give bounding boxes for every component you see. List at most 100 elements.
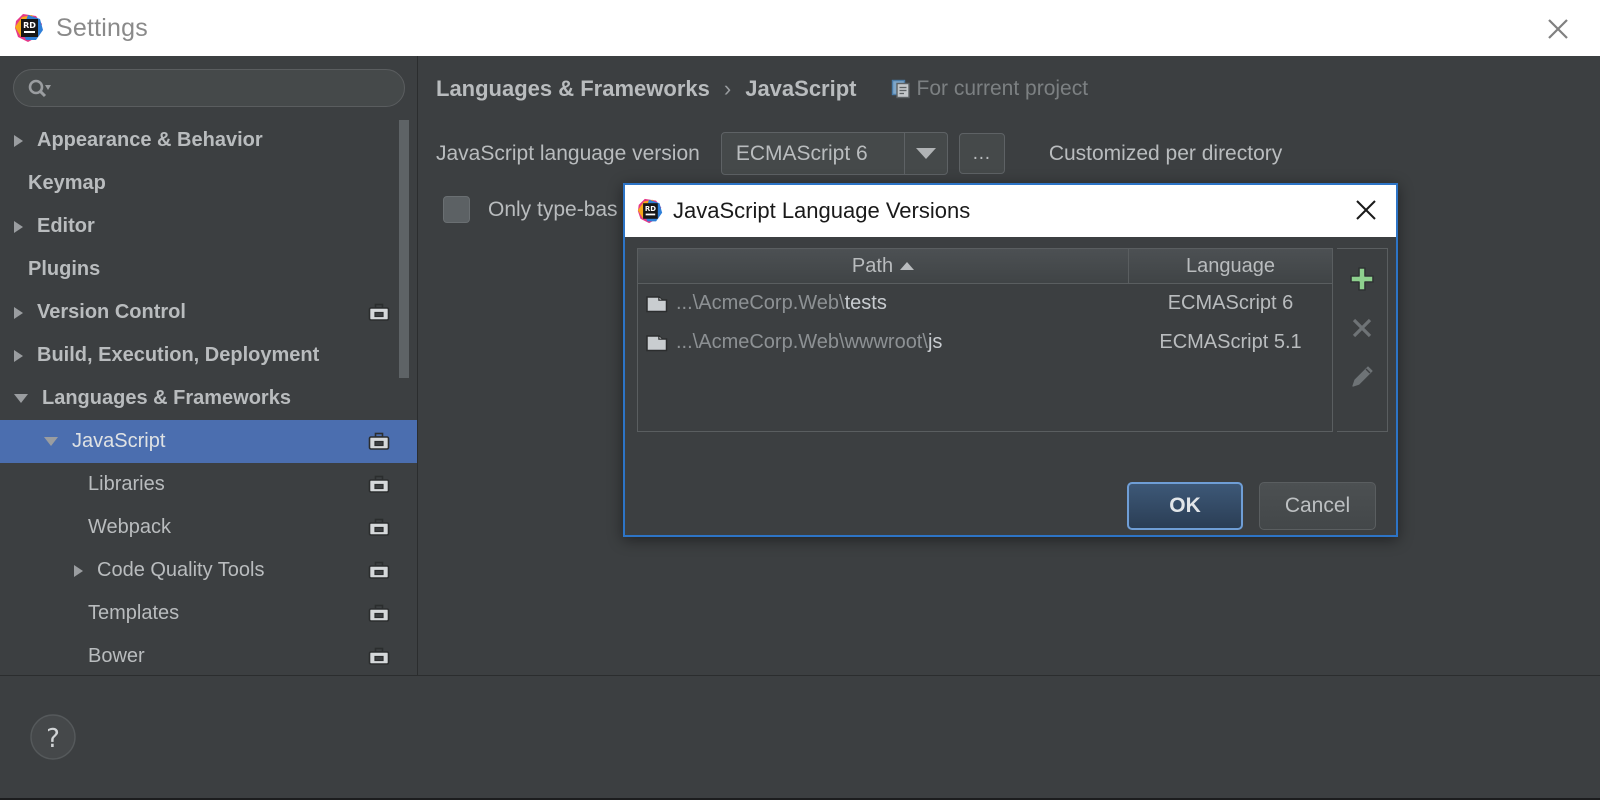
sidebar-item-label: Editor: [37, 215, 95, 237]
chevron-down-icon[interactable]: [14, 394, 28, 403]
sidebar-scrollbar-thumb[interactable]: [399, 120, 409, 378]
breadcrumb: Languages & Frameworks › JavaScript For …: [436, 76, 1088, 102]
dialog-cancel-button[interactable]: Cancel: [1259, 482, 1376, 530]
breadcrumb-current: JavaScript: [745, 76, 857, 101]
briefcase-icon: [368, 603, 390, 625]
language-version-value: ECMAScript 6: [735, 141, 868, 165]
sidebar-item-label: Version Control: [37, 301, 186, 323]
close-icon[interactable]: [1352, 196, 1380, 224]
briefcase-icon: [368, 302, 390, 324]
briefcase-icon: [368, 517, 390, 539]
sidebar-item-keymap[interactable]: Keymap: [0, 162, 418, 205]
language-version-combobox[interactable]: ECMAScript 6: [720, 132, 948, 175]
sidebar-scrollbar-track[interactable]: [398, 120, 410, 640]
briefcase-icon: [368, 646, 390, 668]
column-header-path-label: Path: [851, 254, 894, 277]
sidebar-item-libraries[interactable]: Libraries: [0, 463, 418, 506]
sidebar-item-bower[interactable]: Bower: [0, 635, 418, 675]
help-icon[interactable]: ?: [30, 714, 76, 760]
sidebar-item-label: Webpack: [88, 516, 172, 538]
remove-button: [1340, 303, 1384, 352]
add-button[interactable]: [1340, 254, 1384, 303]
sidebar-item-templates[interactable]: Templates: [0, 592, 418, 635]
chevron-right-icon[interactable]: [14, 134, 23, 147]
type-based-checkbox-label: Only type-bas: [488, 197, 618, 221]
dialog-title: JavaScript Language Versions: [673, 198, 971, 223]
table-row[interactable]: ...\AcmeCorp.Web\wwwroot\ js ECMAScript 5.…: [638, 323, 1332, 362]
table-row[interactable]: ...\AcmeCorp.Web\ tests ECMAScript 6: [638, 284, 1332, 323]
search-input[interactable]: [58, 70, 392, 108]
sidebar-item-languages-frameworks[interactable]: Languages & Frameworks: [0, 377, 418, 420]
sidebar-item-appearance-behavior[interactable]: Appearance & Behavior: [0, 119, 418, 162]
sidebar-item-code-quality-tools[interactable]: Code Quality Tools: [0, 549, 418, 592]
sidebar-item-label: Languages & Frameworks: [42, 387, 291, 409]
chevron-right-icon[interactable]: [14, 220, 23, 233]
svg-text:RD: RD: [23, 21, 36, 30]
sidebar-item-label: Code Quality Tools: [97, 559, 265, 581]
sidebar-item-label: JavaScript: [72, 430, 166, 452]
briefcase-icon: [368, 431, 390, 453]
table-cell-language: ECMAScript 5.1: [1159, 331, 1302, 353]
sidebar-item-label: Appearance & Behavior: [37, 129, 263, 151]
sort-ascending-icon: [900, 262, 915, 270]
chevron-right-icon[interactable]: [74, 564, 83, 577]
sidebar-item-version-control[interactable]: Version Control: [0, 291, 418, 334]
search-box[interactable]: [13, 69, 405, 108]
column-header-language-label: Language: [1186, 254, 1275, 277]
sidebar-item-plugins[interactable]: Plugins: [0, 248, 418, 291]
close-icon[interactable]: [1542, 13, 1574, 45]
column-header-path[interactable]: Path: [638, 249, 1129, 283]
rider-logo-icon: RD: [637, 198, 663, 224]
svg-text:?: ?: [46, 724, 60, 754]
table-body: ...\AcmeCorp.Web\ tests ECMAScript 6 ...\Ac…: [638, 284, 1332, 362]
edit-button: [1340, 352, 1384, 401]
paths-table: Path Language ...\AcmeCorp.Web\ tests ECMA…: [637, 248, 1333, 432]
briefcase-icon: [368, 560, 390, 582]
sidebar-item-editor[interactable]: Editor: [0, 205, 418, 248]
path-leaf: js: [927, 331, 943, 353]
project-scope-icon: [891, 78, 913, 100]
sidebar-item-label: Plugins: [28, 258, 101, 280]
dialog-ok-button[interactable]: OK: [1127, 482, 1243, 530]
column-header-language[interactable]: Language: [1129, 249, 1332, 283]
svg-text:RD: RD: [645, 205, 656, 213]
type-based-checkbox-row[interactable]: Only type-bas: [443, 196, 618, 223]
type-based-checkbox[interactable]: [443, 196, 470, 223]
path-prefix: ...\AcmeCorp.Web\wwwroot\: [676, 331, 928, 353]
search-icon: [27, 78, 51, 100]
breadcrumb-parent[interactable]: Languages & Frameworks: [436, 76, 710, 102]
window-footer: ? Manage Layers Save Cancel: [0, 675, 1600, 798]
search-container: [0, 56, 418, 108]
customized-per-directory-note: Customized per directory: [1048, 141, 1283, 165]
sidebar-item-webpack[interactable]: Webpack: [0, 506, 418, 549]
chevron-down-icon[interactable]: [903, 133, 947, 174]
sidebar-item-label: Build, Execution, Deployment: [37, 344, 320, 366]
sidebar-item-javascript[interactable]: JavaScript: [0, 420, 418, 463]
chevron-right-icon[interactable]: [14, 306, 23, 319]
window-title: Settings: [56, 13, 148, 42]
project-scope-label: For current project: [916, 77, 1089, 100]
briefcase-icon: [368, 474, 390, 496]
project-scope-badge: For current project: [891, 77, 1089, 101]
language-version-row: JavaScript language version ECMAScript 6…: [436, 132, 1282, 175]
path-leaf: tests: [844, 292, 887, 314]
settings-sidebar: Appearance & Behavior Keymap Editor Plugins…: [0, 56, 418, 675]
sidebar-item-label: Libraries: [88, 473, 165, 495]
path-prefix: ...\AcmeCorp.Web\: [676, 292, 845, 314]
window-titlebar: RD Settings: [0, 0, 1600, 56]
sidebar-item-label: Templates: [88, 602, 180, 624]
sidebar-item-label: Bower: [88, 645, 145, 667]
configure-per-directory-button[interactable]: …: [958, 133, 1005, 174]
table-toolbar: [1337, 248, 1388, 432]
breadcrumb-separator: ›: [723, 76, 732, 101]
chevron-down-icon[interactable]: [44, 437, 58, 446]
folder-icon: [646, 333, 668, 352]
table-cell-path: ...\AcmeCorp.Web\wwwroot\ js: [638, 331, 1129, 354]
table-header-row: Path Language: [638, 249, 1332, 284]
chevron-right-icon[interactable]: [14, 349, 23, 362]
folder-icon: [646, 294, 668, 313]
settings-tree: Appearance & Behavior Keymap Editor Plugins…: [0, 119, 418, 675]
sidebar-item-build-execution-deployment[interactable]: Build, Execution, Deployment: [0, 334, 418, 377]
settings-window: RD Settings Appearance & Behavior Keymap…: [0, 0, 1600, 800]
rider-logo-icon: RD: [14, 13, 44, 43]
